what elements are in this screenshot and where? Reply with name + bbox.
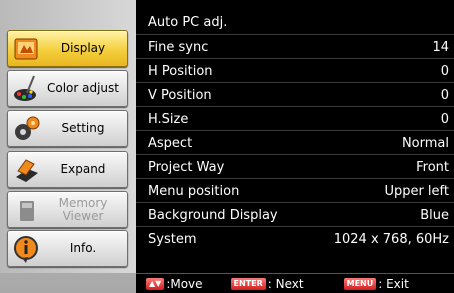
- menu-item-label: Color adjust: [46, 81, 119, 95]
- row-divider: [136, 202, 454, 203]
- expand-icon: [16, 158, 38, 182]
- info-icon: [14, 235, 38, 263]
- setting-row-menu-position[interactable]: Menu position Upper left: [136, 181, 454, 201]
- setting-row-project-way[interactable]: Project Way Front: [136, 157, 454, 177]
- setting-value: 14: [432, 39, 449, 55]
- menu-item-display[interactable]: Display: [7, 30, 128, 67]
- setting-label: Auto PC adj.: [148, 14, 228, 30]
- row-divider: [136, 226, 454, 227]
- menu-sidebar: Display Color adjust Setting Expand Memo…: [0, 0, 136, 273]
- up-down-arrow-key-icon: ▲▼: [146, 277, 165, 290]
- setting-row-system[interactable]: System 1024 x 768, 60Hz: [136, 229, 454, 249]
- row-divider: [136, 178, 454, 179]
- setting-label: Menu position: [148, 183, 240, 199]
- row-divider: [136, 130, 454, 131]
- help-move: ▲▼ :Move: [146, 277, 203, 291]
- row-divider: [136, 154, 454, 155]
- setting-row-auto-pc-adj[interactable]: Auto PC adj.: [136, 12, 454, 32]
- row-divider: [136, 106, 454, 107]
- setting-label: V Position: [148, 87, 212, 103]
- row-divider: [136, 58, 454, 59]
- setting-value: Front: [416, 159, 449, 175]
- setting-label: H.Size: [148, 111, 189, 127]
- setting-value: Upper left: [384, 183, 449, 199]
- setting-value: 0: [440, 111, 449, 127]
- setting-value: Normal: [401, 135, 449, 151]
- menu-item-label: Expand: [60, 162, 106, 176]
- color-adjust-icon: [14, 75, 36, 101]
- menu-item-label: Info.: [69, 241, 97, 255]
- menu-item-label: Display: [60, 41, 106, 55]
- setting-row-fine-sync[interactable]: Fine sync 14: [136, 37, 454, 57]
- setting-value: 0: [440, 87, 449, 103]
- setting-label: Fine sync: [148, 39, 209, 55]
- row-divider: [136, 34, 454, 35]
- gears-icon: [15, 116, 40, 140]
- help-enter-label: : Next: [267, 276, 304, 291]
- projector-osd: Display Color adjust Setting Expand Memo…: [0, 0, 454, 293]
- setting-value: 1024 x 768, 60Hz: [333, 231, 449, 247]
- help-exit: MENU : Exit: [343, 276, 409, 291]
- setting-value: Blue: [420, 207, 449, 223]
- menu-item-label: Memory Viewer: [58, 195, 108, 223]
- menu-item-color-adjust[interactable]: Color adjust: [7, 70, 128, 107]
- setting-row-background-display[interactable]: Background Display Blue: [136, 205, 454, 225]
- row-divider: [136, 82, 454, 83]
- setting-row-h-size[interactable]: H.Size 0: [136, 109, 454, 129]
- help-bar: ▲▼ :Move ENTER : Next MENU : Exit: [136, 273, 454, 293]
- enter-key-icon: ENTER: [230, 277, 266, 290]
- help-enter: ENTER : Next: [230, 276, 304, 291]
- setting-row-v-position[interactable]: V Position 0: [136, 85, 454, 105]
- setting-row-aspect[interactable]: Aspect Normal: [136, 133, 454, 153]
- menu-key-icon: MENU: [343, 277, 377, 290]
- setting-label: Aspect: [148, 135, 193, 151]
- setting-label: Project Way: [148, 159, 225, 175]
- display-icon: [14, 38, 38, 59]
- setting-value: 0: [440, 63, 449, 79]
- display-settings-panel: Auto PC adj. Fine sync 14 H Position 0 V…: [136, 0, 454, 273]
- help-exit-label: : Exit: [378, 276, 409, 291]
- help-move-label: :Move: [166, 276, 203, 291]
- memory-viewer-icon: [20, 200, 34, 221]
- menu-item-setting[interactable]: Setting: [7, 110, 128, 147]
- setting-label: H Position: [148, 63, 213, 79]
- menu-item-label: Setting: [61, 121, 105, 135]
- setting-label: Background Display: [148, 207, 278, 223]
- menu-item-memory-viewer: Memory Viewer: [7, 191, 128, 228]
- menu-item-info[interactable]: Info.: [7, 230, 128, 267]
- menu-item-expand[interactable]: Expand: [7, 151, 128, 188]
- setting-row-h-position[interactable]: H Position 0: [136, 61, 454, 81]
- setting-label: System: [148, 231, 197, 247]
